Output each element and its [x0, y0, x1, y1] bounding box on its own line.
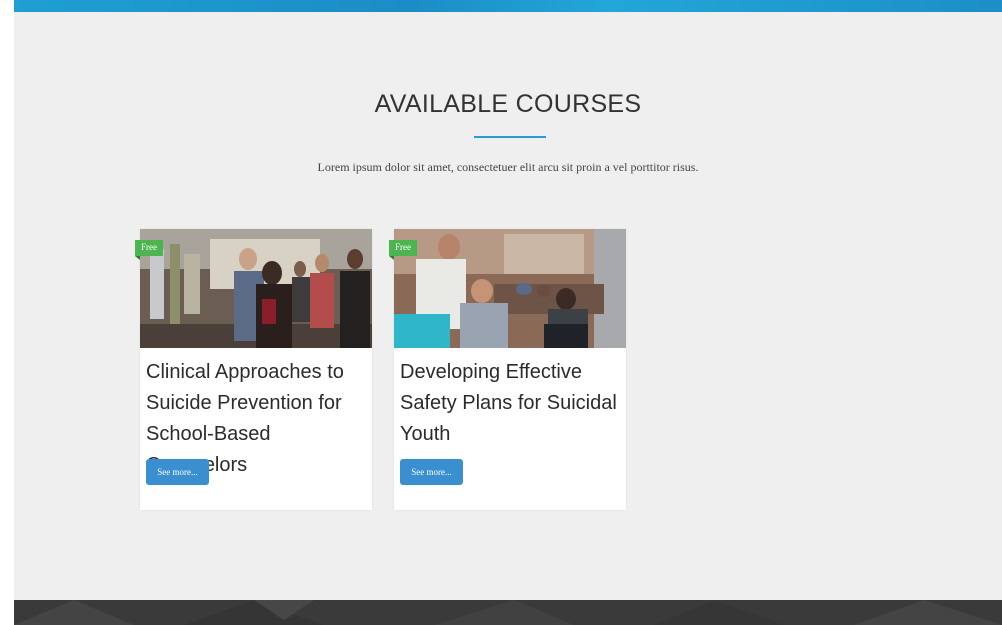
- course-card[interactable]: Free Developing Effective Safety Plans f…: [389, 229, 626, 510]
- see-more-button[interactable]: See more...: [400, 459, 463, 485]
- footer-pattern: [14, 600, 1002, 625]
- free-badge: Free: [135, 240, 163, 260]
- free-badge: Free: [389, 240, 417, 260]
- course-card[interactable]: Free Clinical Approaches to Suicide Prev…: [135, 229, 372, 510]
- course-title[interactable]: Developing Effective Safety Plans for Su…: [400, 357, 622, 450]
- top-accent-bar: [14, 0, 1002, 12]
- section-subtitle: Lorem ipsum dolor sit amet, consectetuer…: [317, 160, 699, 174]
- course-image[interactable]: [394, 229, 626, 348]
- courses-section: AVAILABLE COURSES Lorem ipsum dolor sit …: [14, 12, 1002, 600]
- left-gutter: [0, 0, 14, 625]
- see-more-button[interactable]: See more...: [146, 459, 209, 485]
- students-laptops-photo: [394, 229, 626, 348]
- hallway-students-photo: [140, 229, 372, 348]
- page: AVAILABLE COURSES Lorem ipsum dolor sit …: [0, 0, 1002, 625]
- course-image[interactable]: [140, 229, 372, 348]
- footer-bar: [14, 600, 1002, 625]
- title-underline: [474, 136, 546, 138]
- section-title: AVAILABLE COURSES: [374, 90, 642, 118]
